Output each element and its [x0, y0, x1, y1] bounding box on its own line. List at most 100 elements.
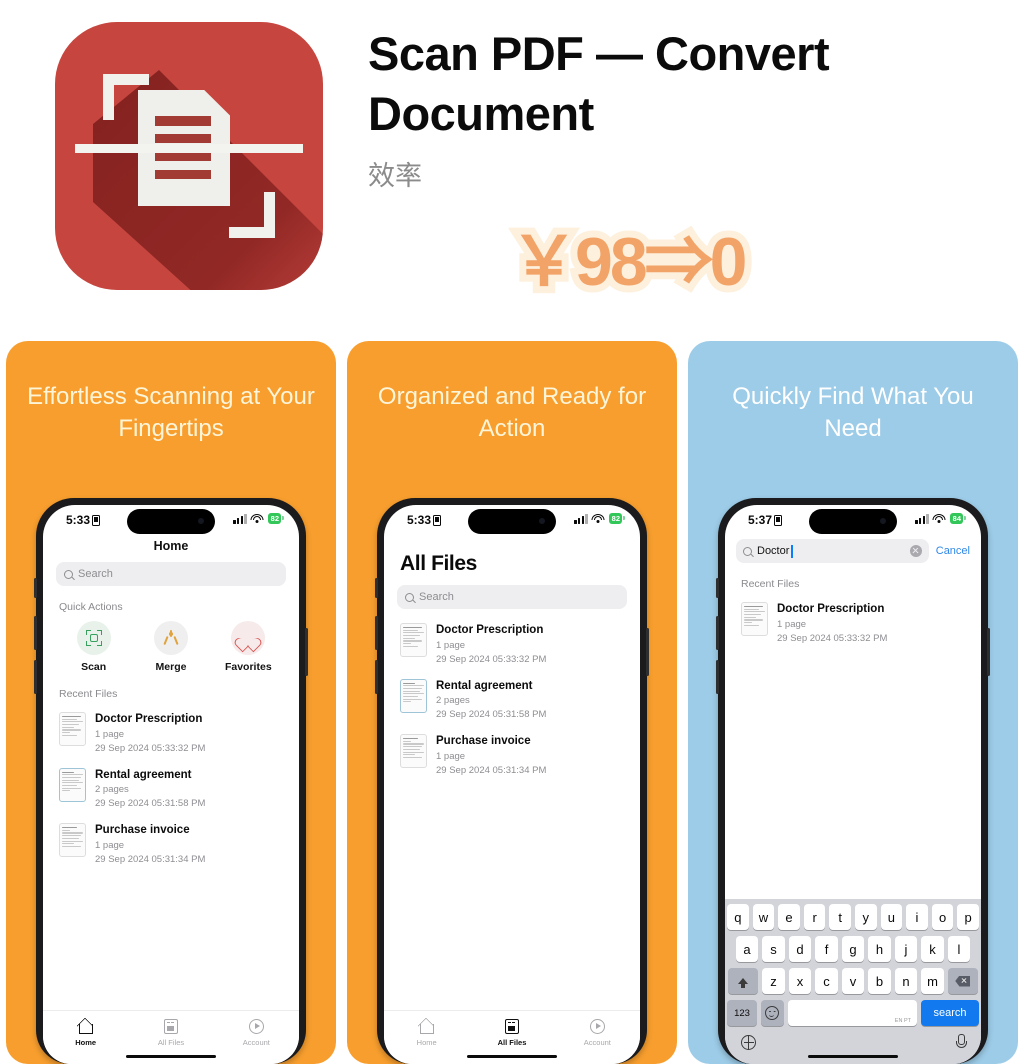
key-q[interactable]: q — [727, 904, 749, 930]
key-k[interactable]: k — [921, 936, 944, 962]
dynamic-island — [127, 509, 215, 534]
document-thumbnail — [400, 734, 427, 769]
key-y[interactable]: y — [855, 904, 877, 930]
key-l[interactable]: l — [947, 936, 971, 962]
key-h[interactable]: h — [868, 936, 891, 962]
key-x[interactable]: x — [788, 968, 812, 994]
search-results-list: Doctor Prescription 1 page 29 Sep 2024 0… — [725, 596, 981, 652]
tab-bar: Home All Files Account — [43, 1010, 299, 1064]
tab-all-files[interactable]: All Files — [469, 1018, 554, 1047]
document-text-line — [155, 170, 211, 179]
tab-home[interactable]: Home — [43, 1018, 128, 1047]
search-return-key[interactable]: search — [921, 1000, 979, 1026]
tab-label: Account — [242, 1038, 270, 1047]
tab-home[interactable]: Home — [384, 1018, 469, 1047]
battery-level: 82 — [270, 514, 279, 523]
quick-action-scan[interactable]: Scan — [61, 621, 127, 673]
quick-actions-label: Quick Actions — [59, 601, 123, 613]
key-o[interactable]: o — [931, 904, 954, 930]
file-name: Doctor Prescription — [777, 603, 885, 615]
power-button — [987, 628, 990, 676]
scan-beam-line — [75, 144, 303, 153]
search-input[interactable]: Doctor — [736, 539, 929, 563]
key-b[interactable]: b — [868, 968, 891, 994]
list-item[interactable]: Rental agreement 2 pages 29 Sep 2024 05:… — [384, 673, 640, 729]
key-d[interactable]: d — [788, 936, 812, 962]
home-indicator[interactable] — [808, 1054, 898, 1058]
search-input[interactable]: Search — [397, 585, 627, 609]
search-input[interactable]: Search — [56, 562, 286, 586]
file-pages: 1 page — [95, 839, 125, 851]
search-value: Doctor — [757, 545, 790, 557]
shift-icon — [738, 978, 749, 988]
phone-screen: 5:33 82 All Files Search Doctor Prescrip… — [384, 505, 640, 1064]
key-a[interactable]: a — [735, 936, 759, 962]
key-s[interactable]: s — [762, 936, 785, 962]
key-p[interactable]: p — [957, 904, 979, 930]
tab-account[interactable]: Account — [555, 1018, 640, 1047]
key-f[interactable]: f — [815, 936, 838, 962]
document-thumbnail — [400, 678, 427, 713]
volume-up-button — [34, 616, 37, 650]
files-icon — [469, 1018, 554, 1035]
file-pages: 2 pages — [436, 695, 470, 707]
cancel-button[interactable]: Cancel — [936, 545, 970, 557]
emoji-key[interactable] — [761, 1000, 784, 1026]
scan-bracket-bottom-right-v — [264, 192, 275, 238]
file-date: 29 Sep 2024 05:31:58 PM — [95, 798, 206, 810]
microphone-icon[interactable] — [955, 1034, 967, 1050]
key-z[interactable]: z — [762, 968, 785, 994]
list-item[interactable]: Doctor Prescription 1 page 29 Sep 2024 0… — [43, 706, 299, 762]
numbers-key[interactable]: 123 — [727, 1000, 757, 1026]
key-w[interactable]: w — [752, 904, 775, 930]
key-j[interactable]: j — [894, 936, 918, 962]
globe-icon[interactable] — [741, 1034, 756, 1050]
list-item[interactable]: Purchase invoice 1 page 29 Sep 2024 05:3… — [384, 728, 640, 784]
list-item[interactable]: Doctor Prescription 1 page 29 Sep 2024 0… — [725, 596, 981, 652]
space-key[interactable]: EN PT — [787, 1000, 917, 1026]
volume-down-button — [375, 660, 378, 694]
clear-icon[interactable] — [909, 545, 922, 557]
recent-files-list: Doctor Prescription 1 page 29 Sep 2024 0… — [43, 706, 299, 873]
quick-action-merge[interactable]: Merge — [138, 621, 204, 673]
search-bar-row: Doctor Cancel — [725, 535, 981, 563]
key-m[interactable]: m — [921, 968, 944, 994]
key-i[interactable]: i — [906, 904, 928, 930]
home-indicator[interactable] — [467, 1054, 557, 1058]
search-placeholder: Search — [78, 568, 113, 580]
key-e[interactable]: e — [778, 904, 800, 930]
shift-key[interactable] — [728, 968, 759, 994]
tab-all-files[interactable]: All Files — [128, 1018, 213, 1047]
key-r[interactable]: r — [803, 904, 826, 930]
document-thumbnail — [400, 623, 427, 657]
recent-files-label: Recent Files — [59, 688, 118, 700]
key-g[interactable]: g — [841, 936, 865, 962]
tab-account[interactable]: Account — [214, 1018, 299, 1047]
key-v[interactable]: v — [841, 968, 865, 994]
key-t[interactable]: t — [829, 904, 851, 930]
file-date: 29 Sep 2024 05:33:32 PM — [95, 742, 206, 754]
home-icon — [43, 1018, 128, 1035]
key-c[interactable]: c — [815, 968, 838, 994]
heart-icon — [240, 631, 256, 645]
file-meta: Purchase invoice 1 page 29 Sep 2024 05:3… — [95, 823, 283, 867]
battery-badge: 82 — [267, 513, 285, 524]
file-pages: 1 page — [436, 750, 466, 762]
key-n[interactable]: n — [894, 968, 918, 994]
file-name: Purchase invoice — [436, 735, 531, 748]
list-item[interactable]: Doctor Prescription 1 page 29 Sep 2024 0… — [384, 617, 640, 673]
quick-action-favorites[interactable]: Favorites — [215, 621, 281, 673]
file-meta: Doctor Prescription 1 page 29 Sep 2024 0… — [95, 712, 283, 756]
panel-caption: Quickly Find What You Need — [732, 383, 974, 442]
delete-key[interactable] — [947, 968, 978, 994]
home-indicator[interactable] — [126, 1054, 216, 1058]
keyboard-row-3: z x c v b n m — [727, 968, 979, 994]
on-screen-keyboard: q w e r t y u i o p a s d f g h j k l z … — [725, 899, 981, 1064]
tab-label: Home — [416, 1038, 437, 1047]
emoji-icon — [765, 1006, 780, 1020]
phone-screen: 5:33 82 Home Search Quick Actions Scan M… — [43, 505, 299, 1064]
screenshot-panels: Effortless Scanning at Your Fingertips 5… — [0, 341, 1024, 1064]
key-u[interactable]: u — [880, 904, 903, 930]
list-item[interactable]: Rental agreement 2 pages 29 Sep 2024 05:… — [43, 762, 299, 818]
list-item[interactable]: Purchase invoice 1 page 29 Sep 2024 05:3… — [43, 817, 299, 873]
